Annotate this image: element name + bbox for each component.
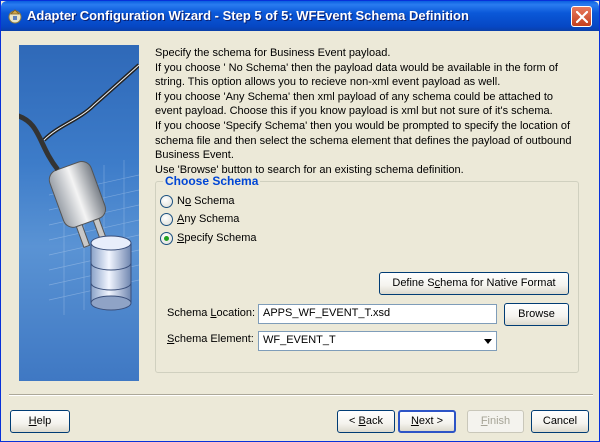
choose-schema-legend: Choose Schema xyxy=(163,174,261,188)
define-native-format-button[interactable]: Define Schema for Native Format xyxy=(379,272,569,295)
schema-location-label: Schema Location: xyxy=(167,307,256,319)
schema-element-value: WF_EVENT_T xyxy=(263,334,336,346)
help-button[interactable]: Help xyxy=(10,410,70,433)
radio-label: Specify Schema xyxy=(177,232,257,244)
radio-label: No Schema xyxy=(177,195,235,207)
next-button[interactable]: Next > xyxy=(398,410,456,433)
dropdown-arrow-icon[interactable] xyxy=(482,335,494,347)
schema-element-select[interactable]: WF_EVENT_T xyxy=(258,331,497,351)
instruction-line: Business Event. xyxy=(155,149,234,162)
close-icon[interactable] xyxy=(571,6,592,27)
instruction-line: string. This option allows you to reciev… xyxy=(155,76,501,89)
title-bar[interactable]: Adapter Configuration Wizard - Step 5 of… xyxy=(1,1,599,31)
plug-database-illustration xyxy=(19,45,139,381)
window-title: Adapter Configuration Wizard - Step 5 of… xyxy=(27,8,469,23)
radio-no-schema[interactable]: No Schema xyxy=(160,193,235,209)
instruction-line: event payload. Choose this if you know p… xyxy=(155,105,553,118)
instructions-text: Specify the schema for Business Event pa… xyxy=(155,46,585,177)
radio-button-selected[interactable] xyxy=(160,231,173,245)
radio-any-schema[interactable]: Any Schema xyxy=(160,211,239,227)
finish-button[interactable]: Finish xyxy=(467,410,524,433)
back-button[interactable]: < Back xyxy=(337,410,395,433)
browse-button[interactable]: Browse xyxy=(504,303,569,326)
cancel-button[interactable]: Cancel xyxy=(531,410,589,433)
instruction-line: If you choose ' No Schema' then the payl… xyxy=(155,61,558,74)
instruction-line: Specify the schema for Business Event pa… xyxy=(155,47,391,59)
instruction-line: If you choose 'Specify Schema' then you … xyxy=(155,119,571,132)
radio-specify-schema[interactable]: Specify Schema xyxy=(160,230,257,246)
wizard-window: Adapter Configuration Wizard - Step 5 of… xyxy=(0,0,600,442)
instruction-line: schema file and then select the schema e… xyxy=(155,134,572,147)
footer-separator xyxy=(9,394,593,396)
radio-button[interactable] xyxy=(160,212,173,226)
instruction-line: If you choose 'Any Schema' then xml payl… xyxy=(155,90,553,103)
radio-button[interactable] xyxy=(160,194,173,208)
wizard-app-icon xyxy=(7,8,23,24)
schema-location-field[interactable]: APPS_WF_EVENT_T.xsd xyxy=(258,304,497,324)
schema-element-label: Schema Element: xyxy=(167,333,254,345)
radio-label: Any Schema xyxy=(177,213,240,225)
